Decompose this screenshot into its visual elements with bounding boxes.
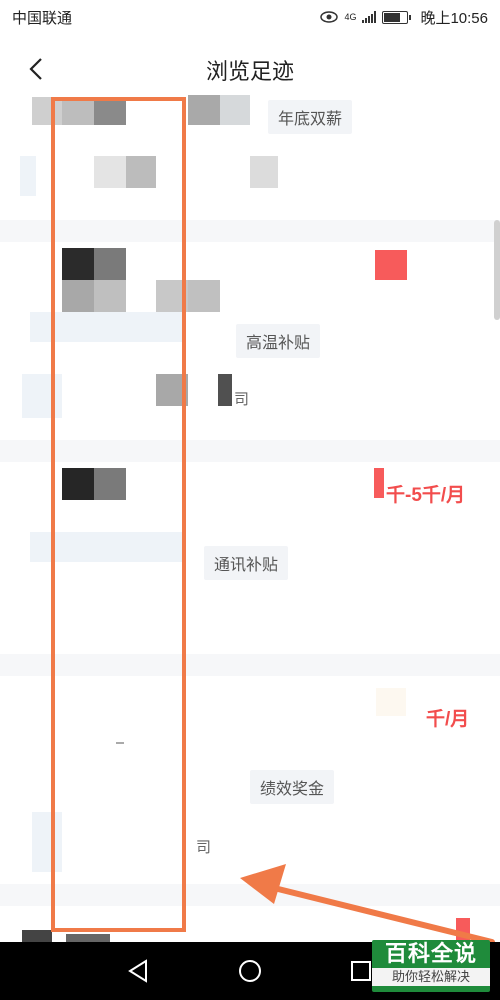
salary-label: 千/月	[426, 709, 470, 730]
company-snippet: 司	[234, 391, 250, 408]
title-bar: 浏览足迹	[0, 48, 500, 92]
watermark-title: 百科全说	[384, 941, 477, 966]
mosaic-block	[126, 156, 156, 188]
eye-icon	[320, 11, 339, 23]
mosaic-block	[62, 248, 94, 280]
mosaic-block	[250, 156, 278, 188]
mosaic-block	[32, 812, 62, 872]
mosaic-block	[456, 918, 470, 942]
benefit-tag: 绩效奖金	[250, 770, 335, 804]
mosaic-block	[20, 156, 36, 196]
mosaic-block	[94, 97, 126, 125]
mosaic-block	[94, 156, 126, 188]
watermark-logo: 百科全说 助你轻松解决	[372, 940, 490, 992]
mosaic-block	[374, 468, 384, 498]
mosaic-block	[62, 468, 94, 500]
section-divider	[0, 884, 500, 906]
section-divider	[0, 440, 500, 462]
history-list[interactable]: 年底双薪 高温补贴 司 千-5千/月 通讯补贴 千/月 绩效奖金 司	[0, 92, 500, 942]
nav-back-icon[interactable]	[124, 956, 154, 986]
watermark-subtitle: 助你轻松解决	[372, 968, 490, 986]
battery-icon	[382, 10, 412, 24]
back-arrow-icon[interactable]	[22, 54, 52, 84]
mosaic-block	[188, 280, 220, 312]
mosaic-block	[220, 95, 250, 125]
mosaic-block	[94, 468, 126, 500]
mosaic-block	[156, 280, 188, 312]
mosaic-block	[22, 930, 52, 942]
section-divider	[0, 220, 500, 242]
page-title: 浏览足迹	[205, 59, 294, 84]
mosaic-block	[188, 95, 220, 125]
mosaic-block	[32, 97, 62, 125]
benefit-tag: 高温补贴	[236, 324, 321, 358]
benefit-tag: 年底双薪	[268, 100, 353, 134]
scrollbar[interactable]	[494, 220, 500, 320]
network-label: 4G	[344, 12, 357, 22]
company-snippet: 司	[196, 839, 212, 856]
salary-label: 千-5千/月	[386, 485, 466, 506]
clock: 晚上10:56	[420, 9, 488, 27]
mosaic-block	[22, 374, 62, 418]
mosaic-block	[218, 374, 232, 406]
mosaic-block	[94, 248, 126, 280]
benefit-tag: 通讯补贴	[204, 546, 289, 580]
status-icons: 4G 晚上10:56	[320, 7, 488, 28]
signal-icon	[362, 11, 377, 23]
mosaic-block	[62, 280, 94, 312]
mosaic-block	[156, 374, 188, 406]
mosaic-block	[30, 312, 186, 342]
mosaic-block	[116, 742, 124, 744]
section-divider	[0, 654, 500, 676]
nav-home-icon[interactable]	[235, 956, 265, 986]
mosaic-block	[30, 532, 186, 562]
mosaic-block	[376, 688, 406, 716]
mosaic-block	[94, 280, 126, 312]
mosaic-block	[375, 250, 407, 280]
mosaic-block	[66, 934, 110, 942]
mosaic-block	[62, 97, 94, 125]
status-bar: 中国联通 4G 晚上10:56	[0, 0, 500, 34]
carrier-label: 中国联通	[12, 9, 73, 27]
